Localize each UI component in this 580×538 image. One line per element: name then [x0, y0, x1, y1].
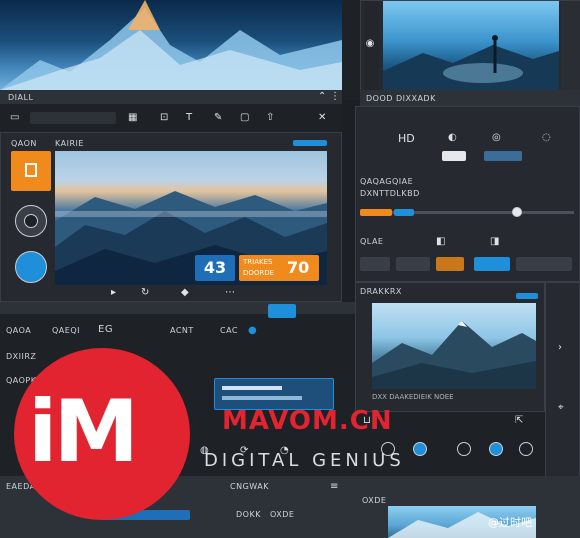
round-btn-4[interactable]	[489, 442, 503, 456]
top-right-window: ◉	[360, 0, 580, 101]
share-icon[interactable]: ⇧	[266, 113, 274, 123]
bottom-label-2: CNGWAK	[230, 482, 269, 491]
clip-icon[interactable]: ▭	[10, 113, 19, 123]
control-slot-3[interactable]	[516, 257, 572, 271]
frame-icon[interactable]: ▢	[240, 113, 249, 123]
bottom-sub-label-1: OXDE	[362, 496, 387, 505]
badge-b-value: 70	[287, 258, 310, 277]
preview-panel: QAON KAIRIE 43 TRIAKES DOORDE 70 ▸ ↻ ◆ ⋯	[0, 132, 342, 302]
mid-label-2[interactable]: QAEQI	[52, 326, 80, 335]
loop-icon[interactable]: ↻	[141, 288, 149, 298]
globe-icon[interactable]	[15, 251, 47, 283]
top-menu-label[interactable]: DIALL	[8, 93, 33, 102]
control-slot-1[interactable]	[360, 257, 390, 271]
badge-b: TRIAKES DOORDE 70	[239, 255, 319, 281]
controls-panel: HD ◐ ◎ ◌ QAQAGQIAE DXNTTDLKBD QLAE ◧ ◨	[355, 106, 580, 282]
chevron-icon[interactable]: ›	[558, 343, 562, 353]
tab-right[interactable]: KAIRIE	[55, 139, 84, 148]
controls-row2: QLAE	[360, 237, 384, 246]
toggle-icon[interactable]: ◧	[436, 237, 445, 247]
mid-label-3[interactable]: EG	[98, 324, 113, 335]
badge-a: 43	[195, 255, 235, 281]
watermark-logo: iM	[14, 348, 190, 520]
color-icon[interactable]: ◎	[492, 133, 501, 143]
top-right-image	[383, 1, 559, 91]
left-lower-field-line-2	[222, 396, 302, 400]
round-btn-2[interactable]	[413, 442, 427, 456]
right-lower-accent	[516, 293, 538, 299]
mid-label-4[interactable]: ACNT	[170, 326, 194, 335]
watermark-tagline: DIGITAL GENIUS	[204, 450, 405, 471]
settings-icon[interactable]: ◉	[364, 39, 376, 49]
right-title: DOOD DIXXADK	[366, 94, 436, 103]
round-btn-3[interactable]	[457, 442, 471, 456]
record-icon[interactable]: ●	[248, 326, 257, 336]
tab-left[interactable]: QAON	[11, 139, 37, 148]
watermark-logo-text: iM	[28, 382, 139, 482]
edit-icon[interactable]: ✎	[214, 113, 222, 123]
top-toolbar: DIALL ⌃ ⋮	[0, 90, 342, 104]
slider-track[interactable]	[360, 211, 574, 214]
blue-chip[interactable]	[484, 151, 522, 161]
mid-label-5[interactable]: CAC	[220, 326, 238, 335]
more-icon[interactable]: ⋯	[225, 288, 235, 298]
close-icon[interactable]: ✕	[318, 113, 326, 123]
watermark-site: MAVOM.CN	[222, 406, 393, 436]
menu-icon[interactable]: ⋮	[330, 92, 340, 102]
bottom-menu-icon[interactable]: ≡	[330, 482, 338, 492]
contrast-icon[interactable]: ◐	[448, 133, 457, 143]
control-slot-2[interactable]	[396, 257, 430, 271]
toggle2-icon[interactable]: ◨	[490, 237, 499, 247]
right-title-bar: DOOD DIXXADK	[360, 90, 580, 106]
control-slot-orange[interactable]	[436, 257, 464, 271]
mid-label-1[interactable]: QAOA	[6, 326, 31, 335]
slider-fill-blue	[394, 209, 414, 216]
tool-b-icon[interactable]: ⇱	[515, 416, 523, 426]
slider-fill-orange	[360, 209, 392, 216]
white-chip[interactable]	[442, 151, 466, 161]
left-lower-field-line-1	[222, 386, 282, 390]
chevron-up-icon[interactable]: ⌃	[318, 92, 326, 102]
brightness-icon[interactable]: ◌	[542, 133, 551, 143]
right-lower-caption: DXX DAAKEDIEIK NOEE	[372, 393, 454, 401]
control-slot-blue[interactable]	[474, 257, 510, 271]
timeline-slot[interactable]	[30, 112, 116, 124]
left-lower-label-1: DXIIRZ	[6, 352, 37, 361]
badge-b-title: TRIAKES	[243, 258, 273, 266]
tool-row: ▭ ▦ ⊡ T ✎ ▢ ⇧ ✕	[0, 104, 342, 132]
round-btn-5[interactable]	[519, 442, 533, 456]
bottom-sub-label-3: OXDE	[270, 510, 295, 519]
text-icon[interactable]: T	[186, 113, 192, 123]
grid-icon[interactable]: ▦	[128, 113, 137, 123]
disc-icon[interactable]	[15, 205, 47, 237]
mountain-artwork	[0, 0, 342, 90]
mid-toolbar: QAOA QAEQI EG ACNT CAC ●	[0, 302, 355, 348]
preview-top-accent	[293, 140, 327, 146]
right-lower-panel: DRAKKRX DXX DAAKEDIEIK NOEE	[355, 282, 545, 412]
preview-image: 43 TRIAKES DOORDE 70	[55, 151, 327, 285]
right-lower-title: DRAKKRX	[360, 287, 402, 296]
play-icon[interactable]: ▸	[111, 288, 116, 298]
far-right-column: › ⌖	[545, 282, 580, 482]
marker-icon[interactable]: ◆	[181, 288, 189, 298]
controls-row1: DXNTTDLKBD	[360, 189, 420, 198]
slider-handle[interactable]	[512, 207, 522, 217]
badge-b-sub: DOORDE	[243, 269, 275, 277]
right-lower-image	[372, 303, 536, 389]
export-button[interactable]	[11, 151, 51, 191]
controls-title: QAQAGQIAE	[360, 177, 414, 186]
pin-icon[interactable]: ⌖	[558, 403, 564, 413]
hd-icon[interactable]: HD	[398, 133, 415, 144]
mid-blue-block[interactable]	[268, 304, 296, 318]
top-left-image	[0, 0, 342, 90]
bottom-sub-label-2: DOKK	[236, 510, 261, 519]
crop-icon[interactable]: ⊡	[160, 113, 168, 123]
watermark-handle: @过时吧	[488, 516, 532, 529]
badge-a-value: 43	[203, 258, 227, 277]
